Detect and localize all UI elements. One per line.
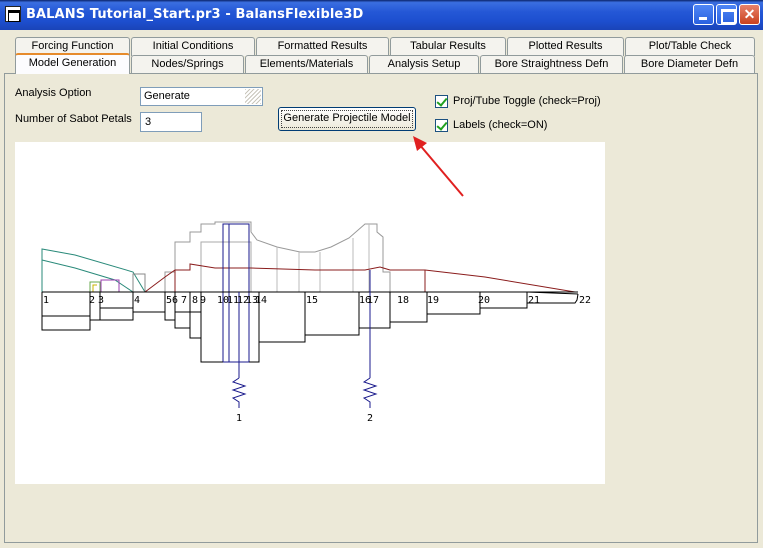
node-label-15: 15	[306, 295, 318, 306]
node-label-1: 1	[43, 295, 49, 306]
combo-resize-grip-icon	[245, 89, 261, 104]
node-label-14: 14	[255, 295, 267, 306]
generate-projectile-model-button[interactable]: Generate Projectile Model	[278, 107, 416, 131]
node-label-6: 6	[172, 295, 178, 306]
spring-2	[362, 270, 378, 408]
spring-1	[231, 292, 247, 408]
node-label-2: 2	[89, 295, 95, 306]
analysis-option-value: Generate	[144, 90, 190, 102]
model-fin-green	[89, 281, 101, 292]
proj-tube-toggle-label: Proj/Tube Toggle (check=Proj)	[453, 95, 601, 107]
sabot-petals-label: Number of Sabot Petals	[15, 113, 132, 125]
node-label-8: 8	[192, 295, 198, 306]
spring-label-2: 2	[367, 413, 373, 424]
projectile-model-canvas: 1 2 3 4 5 6 7 8 9 10 11 12 13 14 15 16 1…	[15, 142, 605, 484]
analysis-option-label: Analysis Option	[15, 87, 92, 99]
model-outline-maroon	[144, 263, 576, 293]
node-label-19: 19	[427, 295, 439, 306]
projectile-model-diagram: 1 2 3 4 5 6 7 8 9 10 11 12 13 14 15 16 1…	[41, 221, 591, 424]
panel-content: Analysis Option Generate Number of Sabot…	[0, 0, 763, 548]
spring-label-1: 1	[236, 413, 242, 424]
node-label-9: 9	[200, 295, 206, 306]
proj-tube-toggle-checkbox[interactable]	[435, 95, 448, 108]
node-label-4: 4	[134, 295, 140, 306]
analysis-option-select[interactable]: Generate	[140, 87, 263, 106]
node-label-7: 7	[181, 295, 187, 306]
node-label-22: 22	[579, 295, 591, 306]
node-label-20: 20	[478, 295, 490, 306]
node-label-21: 21	[528, 295, 540, 306]
node-label-3: 3	[98, 295, 104, 306]
annotation-arrow-icon	[413, 136, 464, 197]
node-label-18: 18	[397, 295, 409, 306]
model-fin-yellow	[92, 284, 97, 292]
model-fin-purple	[100, 279, 120, 292]
node-label-17: 17	[367, 295, 379, 306]
sabot-petals-input[interactable]: 3	[140, 112, 202, 132]
model-band-blue	[222, 223, 250, 363]
application-window: BALANS Tutorial_Start.pr3 - BalansFlexib…	[0, 0, 763, 548]
